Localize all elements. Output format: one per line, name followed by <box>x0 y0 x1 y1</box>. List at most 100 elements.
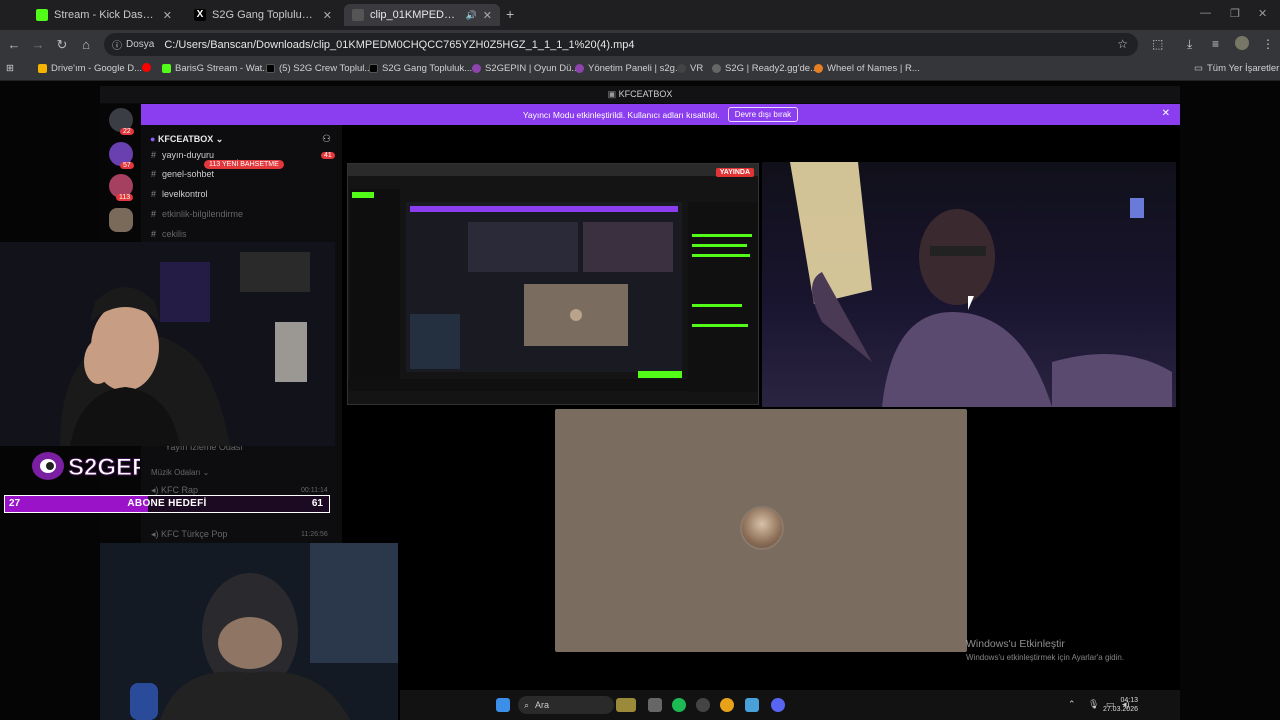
reload-icon[interactable]: ↻ <box>54 37 70 53</box>
site-chip-label: Dosya <box>126 39 155 50</box>
close-icon[interactable]: ✕ <box>163 9 172 22</box>
speaker-light <box>130 683 158 720</box>
close-icon[interactable]: ✕ <box>323 9 332 22</box>
speaker-icon[interactable]: 🔊 <box>466 10 477 21</box>
minimize-icon[interactable]: — <box>1200 7 1211 19</box>
speaker-icon: ◂) <box>151 485 162 495</box>
bookmark-youtube[interactable] <box>142 63 151 72</box>
channel-label: levelkontrol <box>162 189 208 199</box>
hash-icon: # <box>151 229 157 239</box>
tab-clip[interactable]: clip_01KMPEDM0CHQCC7 🔊 ✕ <box>344 4 500 26</box>
clock-date: 27.03.2026 <box>1102 706 1138 713</box>
avatar <box>740 506 784 550</box>
channel-label: KFC Rap <box>161 485 199 495</box>
new-mentions-badge[interactable]: 113 YENİ BAHSETME <box>204 160 284 169</box>
apps-icon[interactable]: ⊞ <box>6 63 14 74</box>
bookmark-yonetim[interactable]: Yönetim Paneli | s2g... <box>575 63 683 74</box>
channel-yayin-duyuru[interactable]: # yayın-duyuru <box>151 150 214 160</box>
participant-tile-avatar[interactable] <box>555 409 967 652</box>
close-window-icon[interactable]: ✕ <box>1258 7 1267 20</box>
bookmark-drive[interactable]: Drive'ım - Google D... <box>38 63 142 74</box>
goal-label: ABONE HEDEFİ <box>127 498 207 509</box>
media-icon[interactable]: ≡ <box>1212 37 1219 51</box>
microphone-icon[interactable]: 🎙 <box>1088 699 1099 710</box>
bookmark-s2g-gang[interactable]: S2G Gang Topluluk... <box>369 63 472 74</box>
stream-stage: YAYINDA <box>342 125 1180 720</box>
paper-sheet <box>790 162 872 304</box>
discord-titlebar: ▣ KFCEATBOX <box>100 86 1180 103</box>
bookmark-vr[interactable]: VR <box>677 63 703 74</box>
taskbar-search[interactable]: ⌕ Ara <box>518 696 614 714</box>
bookmark-label: BarisG Stream - Wat... <box>175 63 271 74</box>
webcam-scene <box>100 543 398 720</box>
light <box>1130 198 1144 218</box>
restore-icon[interactable]: ❐ <box>1230 7 1240 20</box>
bookmark-ready2gg[interactable]: S2G | Ready2.gg'de... <box>712 63 818 74</box>
folder-icon: ▭ <box>1194 63 1203 74</box>
x-icon: X <box>194 9 206 21</box>
wheel-icon <box>814 64 823 73</box>
voice-timer: 11:26:56 <box>301 531 328 538</box>
speaker-icon: ◂) <box>151 529 162 539</box>
guest-webcam-overlay <box>100 543 398 720</box>
mouse-cursor <box>968 296 974 310</box>
server-name[interactable]: ● KFCEATBOX ⌄ <box>150 134 223 145</box>
home-icon[interactable]: ⌂ <box>78 37 94 52</box>
hash-icon: # <box>151 189 157 199</box>
disable-streamer-mode-button[interactable]: Devre dışı bırak <box>727 107 799 122</box>
screen-share-tile[interactable]: YAYINDA <box>347 163 759 405</box>
menu-icon[interactable]: ⋮ <box>1262 37 1274 51</box>
category-music[interactable]: Müzik Odaları ⌄ <box>151 468 209 477</box>
app-icon[interactable] <box>696 698 710 712</box>
channel-levelkontrol[interactable]: # levelkontrol <box>151 189 208 199</box>
avatar[interactable] <box>1235 36 1249 50</box>
app-icon[interactable] <box>745 698 759 712</box>
close-icon[interactable]: ✕ <box>1162 108 1170 119</box>
webcam-tile-main[interactable] <box>762 162 1176 407</box>
server-icon[interactable] <box>109 208 133 232</box>
spotify-icon[interactable] <box>672 698 686 712</box>
tab-kick-dashboard[interactable]: Stream - Kick Dashboard ✕ <box>28 4 180 26</box>
channel-cekilis[interactable]: # cekilis <box>151 229 187 239</box>
chevron-up-icon[interactable]: ⌃ <box>1068 699 1076 710</box>
back-icon[interactable]: ← <box>6 37 22 52</box>
search-label: Ara <box>535 700 550 710</box>
bookmark-barisg[interactable]: BarisG Stream - Wat... <box>162 63 270 74</box>
chrome-icon[interactable] <box>720 698 734 712</box>
channel-genel-sohbet[interactable]: # genel-sohbet <box>151 169 214 179</box>
all-bookmarks[interactable]: ▭ Tüm Yer İşaretleri <box>1194 63 1280 74</box>
person-hand <box>218 617 282 669</box>
kick-icon <box>162 64 171 73</box>
channel-label: cekilis <box>162 229 187 239</box>
widgets-icon[interactable] <box>616 698 636 712</box>
tab-x[interactable]: X S2G Gang Topluluk / X ✕ <box>186 4 340 26</box>
discord-icon[interactable] <box>771 698 785 712</box>
channel-label: KFC Türkçe Pop <box>161 529 228 539</box>
windows-start-icon[interactable] <box>496 698 510 712</box>
task-view-icon[interactable] <box>648 698 662 712</box>
site-info-chip[interactable]: ⓘ Dosya <box>112 37 154 52</box>
voice-channel-turkce-pop[interactable]: ◂) KFC Türkçe Pop <box>151 529 227 540</box>
address-bar[interactable]: ⓘ Dosya C:/Users/Banscan/Downloads/clip_0… <box>104 33 1138 56</box>
bookmark-label: Yönetim Paneli | s2g... <box>588 63 683 74</box>
youtube-icon <box>142 63 151 72</box>
taskbar-clock[interactable]: 04:13 27.03.2026 <box>1103 696 1138 714</box>
extensions-icon[interactable]: ⬚ <box>1152 37 1163 51</box>
bookmark-s2gepin[interactable]: S2GEPIN | Oyun Dü... <box>472 63 579 74</box>
category-label: Müzik Odaları <box>151 468 201 477</box>
bookmark-wheel[interactable]: Wheel of Names | R... <box>814 63 920 74</box>
download-icon[interactable]: ⤓ <box>1187 37 1192 52</box>
bookmark-star-icon[interactable]: ☆ <box>1117 37 1128 51</box>
bookmark-s2g-crew[interactable]: (5) S2G Crew Toplul... <box>266 63 372 74</box>
new-tab-button[interactable]: + <box>506 6 514 22</box>
browser-tab-bar: Stream - Kick Dashboard ✕ X S2G Gang Top… <box>0 0 1280 30</box>
streamer-webcam-overlay <box>0 242 335 446</box>
banner-text: Yayıncı Modu etkinleştirildi. Kullanıcı … <box>522 109 720 120</box>
url-text: C:/Users/Banscan/Downloads/clip_01KMPEDM… <box>164 38 635 51</box>
forward-icon[interactable]: → <box>30 37 46 52</box>
channel-etkinlik[interactable]: # etkinlik-bilgilendirme <box>151 209 243 219</box>
bookmark-label: S2GEPIN | Oyun Dü... <box>485 63 580 74</box>
voice-timer: 00:11:14 <box>301 487 328 494</box>
close-icon[interactable]: ✕ <box>483 9 492 22</box>
add-member-icon[interactable]: ⚇ <box>322 134 331 145</box>
